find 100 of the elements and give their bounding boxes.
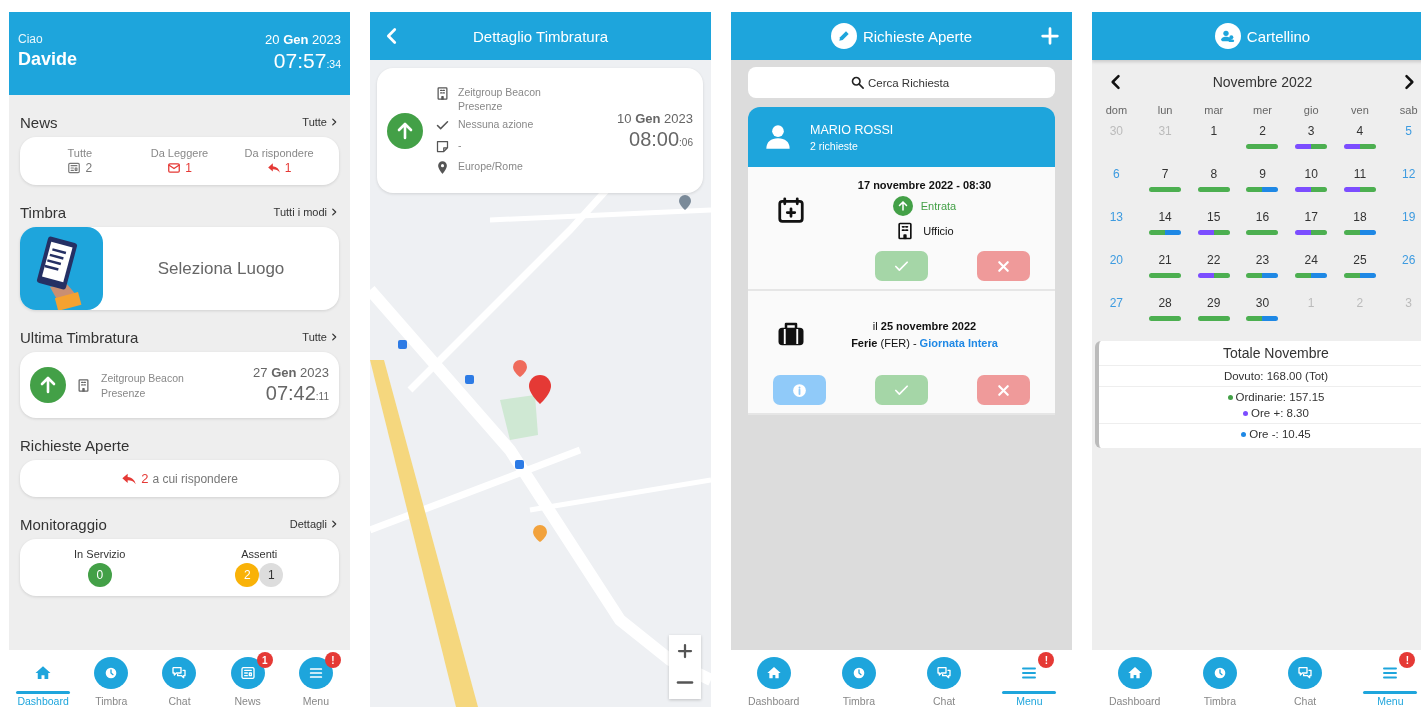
nav-tab[interactable]: Chat bbox=[148, 650, 211, 707]
total-text: Ore +: 8.30 bbox=[1251, 407, 1309, 419]
day-number[interactable]: 2 bbox=[1259, 124, 1266, 138]
approve-button[interactable] bbox=[875, 251, 928, 281]
request-date: il 25 novembre 2022 bbox=[872, 319, 977, 332]
notification-badge: ! bbox=[1038, 652, 1055, 668]
nav-tab[interactable]: Chat bbox=[1274, 650, 1337, 707]
reject-button[interactable] bbox=[977, 375, 1031, 405]
select-location-button[interactable]: Seleziona Luogo bbox=[20, 227, 339, 310]
total-text: Dovuto: 168.00 (Tot) bbox=[1223, 370, 1329, 382]
see-all-link[interactable]: Dettagli bbox=[289, 518, 339, 530]
day-number[interactable]: 24 bbox=[1304, 253, 1318, 267]
section-title: News bbox=[20, 113, 58, 131]
day-number[interactable]: 28 bbox=[1158, 296, 1172, 310]
section-title: Ultima Timbratura bbox=[20, 328, 139, 346]
place-text: Ufficio bbox=[923, 225, 954, 237]
zoom-out-button[interactable] bbox=[669, 667, 701, 699]
nav-tab[interactable]: Menu ! bbox=[284, 650, 347, 707]
period-link[interactable]: Giornata Intera bbox=[919, 336, 998, 349]
search-icon bbox=[850, 75, 865, 90]
group-label: In Servizio bbox=[74, 548, 126, 560]
see-all-link[interactable]: Tutte bbox=[302, 116, 339, 128]
nav-tab[interactable]: Dashboard bbox=[742, 650, 805, 707]
chevron-right-icon bbox=[329, 117, 339, 127]
stat-label: Da Leggere bbox=[150, 147, 209, 159]
note-icon bbox=[435, 139, 450, 154]
calendar-plus-icon bbox=[776, 195, 806, 225]
stat-count: 2 bbox=[85, 161, 93, 175]
see-all-link[interactable]: Tutti i modi bbox=[273, 206, 339, 218]
weekday-label: dom bbox=[1104, 103, 1129, 118]
day-number[interactable]: 10 bbox=[1304, 167, 1318, 181]
day-number[interactable]: 1 bbox=[1210, 124, 1218, 138]
notification-badge: ! bbox=[324, 652, 341, 668]
day-number[interactable]: 11 bbox=[1353, 167, 1367, 181]
day-number[interactable]: 30 bbox=[1255, 296, 1270, 310]
day-number[interactable]: 15 bbox=[1207, 210, 1221, 224]
stat-label: Da rispondere bbox=[244, 147, 314, 159]
day-number[interactable]: 4 bbox=[1356, 124, 1364, 138]
zoom-in-button[interactable] bbox=[669, 635, 701, 667]
nav-tab[interactable]: Dashboard bbox=[1103, 650, 1166, 707]
chevron-right-icon bbox=[329, 207, 339, 217]
weekday-label: gio bbox=[1302, 103, 1320, 118]
total-text: Ore -: 10.45 bbox=[1249, 428, 1311, 440]
nav-tab[interactable]: News 1 bbox=[216, 650, 279, 707]
weekday-label: mer bbox=[1252, 103, 1273, 118]
request-title: 17 novembre 2022 - 08:30 bbox=[857, 179, 992, 191]
day-number[interactable]: 8 bbox=[1210, 167, 1218, 181]
screen-title: Dettaglio Timbratura bbox=[472, 27, 609, 45]
nav-tab[interactable]: Timbra bbox=[80, 650, 143, 707]
section-title: Richieste Aperte bbox=[20, 436, 130, 454]
notification-badge: ! bbox=[1399, 652, 1416, 668]
detail-text: Zeitgroup Beacon bbox=[458, 86, 541, 98]
month-title: Novembre 2022 bbox=[1212, 74, 1313, 90]
day-number[interactable]: 22 bbox=[1207, 253, 1221, 267]
home-icon bbox=[756, 657, 791, 689]
day-number[interactable]: 9 bbox=[1259, 167, 1266, 181]
total-text: Ordinarie: 157.15 bbox=[1235, 391, 1325, 403]
day-number[interactable]: 17 bbox=[1304, 210, 1318, 224]
users-icon bbox=[1214, 23, 1241, 49]
arrow-up-icon bbox=[387, 112, 423, 149]
chat-icon bbox=[1288, 657, 1323, 689]
reject-button[interactable] bbox=[977, 251, 1031, 281]
nav-tab[interactable]: Timbra bbox=[827, 650, 890, 707]
person-name: MARIO ROSSI bbox=[810, 122, 894, 137]
search-field[interactable]: Cerca Richiesta bbox=[748, 67, 1055, 98]
day-number[interactable]: 7 bbox=[1161, 167, 1169, 181]
arrow-up-icon bbox=[892, 196, 913, 216]
weekday-label: mar bbox=[1203, 103, 1225, 118]
nav-tab[interactable]: Menu ! bbox=[998, 650, 1061, 707]
newspaper-icon bbox=[67, 161, 82, 175]
info-button[interactable] bbox=[772, 375, 826, 405]
date-text: 20 Gen 2023 bbox=[265, 32, 341, 47]
menu-icon bbox=[298, 657, 333, 689]
nav-tab[interactable]: Menu ! bbox=[1359, 650, 1421, 707]
person-icon bbox=[764, 123, 792, 151]
approve-button[interactable] bbox=[875, 375, 928, 405]
nav-tab[interactable]: Timbra bbox=[1188, 650, 1251, 707]
group-label: Assenti bbox=[241, 548, 278, 560]
detail-text: Nessuna azione bbox=[458, 118, 534, 130]
screen-title: Richieste Aperte bbox=[862, 27, 973, 45]
open-requests-card[interactable]: 2 a cui rispondere bbox=[20, 460, 339, 497]
day-number[interactable]: 16 bbox=[1255, 210, 1270, 224]
day-number[interactable]: 18 bbox=[1353, 210, 1367, 224]
day-number[interactable]: 23 bbox=[1255, 253, 1270, 267]
day-number[interactable]: 25 bbox=[1353, 253, 1367, 267]
phone-in-hand-icon bbox=[20, 227, 103, 310]
building-icon bbox=[435, 86, 450, 101]
day-number[interactable]: 21 bbox=[1158, 253, 1172, 267]
day-number[interactable]: 3 bbox=[1307, 124, 1315, 138]
day-number[interactable]: 14 bbox=[1158, 210, 1172, 224]
punch-type: Presenze bbox=[101, 386, 147, 399]
see-all-link[interactable]: Tutte bbox=[302, 331, 339, 343]
nav-tab[interactable]: Chat bbox=[913, 650, 976, 707]
plus-icon bbox=[676, 642, 694, 660]
chat-icon bbox=[162, 657, 197, 689]
building-icon bbox=[76, 377, 91, 393]
day-number[interactable]: 29 bbox=[1207, 296, 1221, 310]
detail-text: Europe/Rome bbox=[458, 160, 523, 172]
info-icon bbox=[790, 381, 808, 399]
request-count: 2 bbox=[141, 471, 149, 486]
